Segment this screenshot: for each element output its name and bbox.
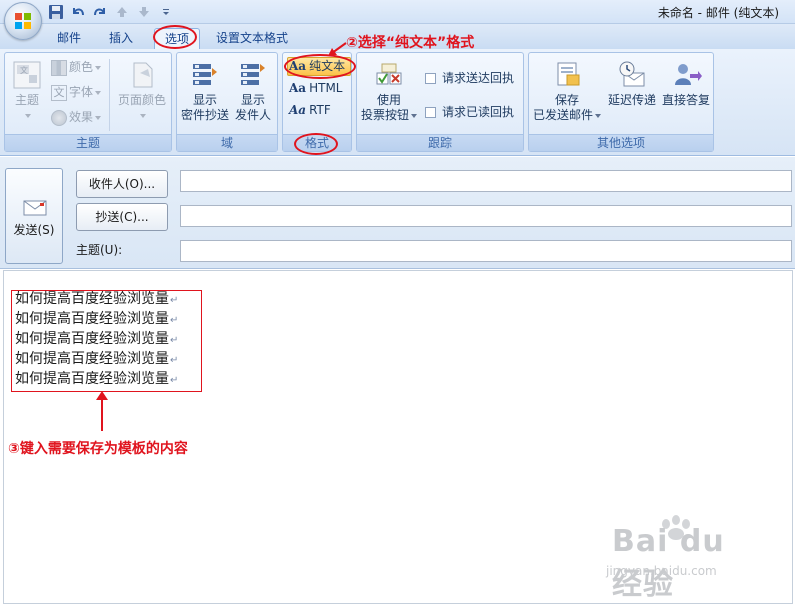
html-aa-icon: Aa <box>289 81 307 95</box>
read-receipt-option[interactable]: 请求已读回执 <box>425 104 514 122</box>
theme-group-label: 主题 <box>5 134 171 151</box>
body-line: 如何提高百度经验浏览量↵ <box>15 331 179 347</box>
effects-icon <box>51 109 67 126</box>
page-color-button[interactable]: 页面颜色 <box>115 59 169 123</box>
annotation-arrow-step3 <box>101 396 103 431</box>
delay-delivery-button[interactable]: 延迟传递 <box>605 59 659 108</box>
redo-icon[interactable] <box>92 4 108 20</box>
annotation-step3: ③键入需要保存为模板的内容 <box>8 441 188 457</box>
rtf-button[interactable]: Aa RTF <box>289 102 331 120</box>
annotation-step2: ②选择“纯文本”格式 <box>346 35 475 51</box>
format-label-highlight <box>294 133 338 155</box>
to-input[interactable] <box>180 170 792 192</box>
office-button[interactable] <box>4 2 42 40</box>
colors-icon <box>51 59 67 76</box>
theme-button[interactable]: 文 主题 <box>7 59 47 123</box>
page-color-icon <box>133 62 153 88</box>
direct-replies-button[interactable]: 直接答复 <box>659 59 713 108</box>
ribbon: 文 主题 颜色 文字体 效果 页面颜色 主题 显示 密件抄送 显示 发件人 域 … <box>0 49 795 156</box>
send-envelope-icon <box>23 200 47 216</box>
tab-mail[interactable]: 邮件 <box>47 28 91 49</box>
body-line: 如何提高百度经验浏览量↵ <box>15 351 179 367</box>
tab-options[interactable]: 选项 <box>154 28 201 49</box>
cc-input[interactable] <box>180 205 792 227</box>
annotation-arrow-step2 <box>328 42 347 56</box>
save-icon[interactable] <box>48 4 64 20</box>
clock-envelope-icon <box>619 61 645 87</box>
customize-qat-icon[interactable] <box>158 4 174 20</box>
undo-icon[interactable] <box>70 4 86 20</box>
tracking-group-label: 跟踪 <box>357 134 523 151</box>
read-receipt-checkbox[interactable] <box>425 107 436 118</box>
body-line: 如何提高百度经验浏览量↵ <box>15 311 179 327</box>
down-arrow-icon[interactable] <box>136 4 152 20</box>
more-options-group-label: 其他选项 <box>529 134 713 151</box>
fields-group: 显示 密件抄送 显示 发件人 域 <box>176 52 278 152</box>
fields-group-label: 域 <box>177 134 277 151</box>
quick-access-toolbar <box>48 3 174 21</box>
office-logo-icon <box>15 13 31 29</box>
send-button[interactable]: 发送(S) <box>5 168 63 264</box>
window-title: 未命名 - 邮件 (纯文本) <box>657 6 779 20</box>
save-sent-icon <box>557 62 580 86</box>
cc-button[interactable]: 抄送(C)... <box>76 203 168 231</box>
save-sent-items-button[interactable]: 保存 已发送邮件 <box>531 59 603 123</box>
tracking-group: 使用 投票按钮 请求送达回执 请求已读回执 跟踪 <box>356 52 524 152</box>
title-bar: 未命名 - 邮件 (纯文本) <box>0 0 795 24</box>
fonts-icon: 文 <box>51 84 67 101</box>
voting-buttons-button[interactable]: 使用 投票按钮 <box>359 59 419 123</box>
baidu-watermark: Bai du 经验 jingyan.baidu.com <box>602 514 752 602</box>
more-options-group: 保存 已发送邮件 延迟传递 直接答复 其他选项 <box>528 52 714 152</box>
body-line: 如何提高百度经验浏览量↵ <box>15 291 179 307</box>
delivery-receipt-option[interactable]: 请求送达回执 <box>425 70 514 88</box>
voting-icon <box>376 63 402 85</box>
delivery-receipt-checkbox[interactable] <box>425 73 436 84</box>
person-reply-icon <box>675 64 702 85</box>
subject-label: 主题(U): <box>76 243 123 257</box>
effects-button[interactable]: 效果 <box>51 109 102 127</box>
tab-format-text[interactable]: 设置文本格式 <box>206 28 298 49</box>
watermark-url: jingyan.baidu.com <box>606 564 717 578</box>
theme-group: 文 主题 颜色 文字体 效果 页面颜色 主题 <box>4 52 172 152</box>
show-bcc-button[interactable]: 显示 密件抄送 <box>179 59 231 123</box>
show-from-button[interactable]: 显示 发件人 <box>229 59 277 123</box>
fonts-button[interactable]: 文字体 <box>51 84 102 102</box>
tab-insert[interactable]: 插入 <box>99 28 143 49</box>
theme-icon: 文 <box>13 61 41 89</box>
rtf-aa-icon: Aa <box>289 103 307 117</box>
body-line: 如何提高百度经验浏览量↵ <box>15 371 179 387</box>
subject-input[interactable] <box>180 240 792 262</box>
from-icon <box>241 64 265 85</box>
group-separator <box>109 59 110 131</box>
colors-button[interactable]: 颜色 <box>51 59 102 77</box>
up-arrow-icon[interactable] <box>114 4 130 20</box>
html-button[interactable]: Aa HTML <box>289 80 343 98</box>
to-button[interactable]: 收件人(O)... <box>76 170 168 198</box>
bcc-icon <box>193 64 217 85</box>
svg-text:文: 文 <box>20 65 28 75</box>
